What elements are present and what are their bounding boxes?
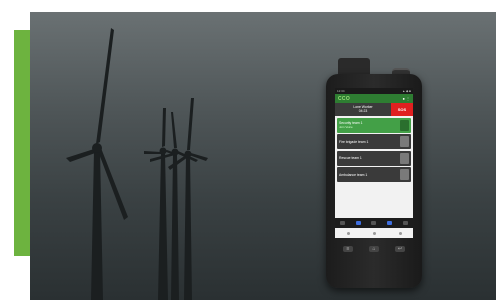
- accent-bar: [14, 30, 30, 256]
- hardware-keys: ≡ ⌂ ↩: [335, 242, 413, 256]
- turbine-hub: [171, 148, 179, 156]
- app-bar: CCO ● ⋮: [335, 94, 413, 103]
- recents-nav-icon: [398, 231, 402, 235]
- turbine-hub: [184, 150, 192, 158]
- sos-button: SOS: [391, 103, 413, 116]
- tab-icon: [402, 221, 408, 225]
- home-nav-icon: [372, 231, 376, 235]
- tab-icon: [340, 221, 346, 225]
- phone-screen: 12:34 ▲ ◆ ■ CCO ● ⋮ Lone Worker 04:23 SO…: [335, 88, 413, 238]
- android-nav-row: [335, 228, 413, 238]
- team-card: Fire brigade team 1: [337, 134, 411, 150]
- team-sub: Join Voice: [339, 125, 353, 130]
- app-bar-icons: ● ⋮: [402, 96, 410, 101]
- team-talk-button: [400, 136, 409, 148]
- tab-icon: [371, 221, 377, 225]
- back-nav-icon: [346, 231, 350, 235]
- turbine-tower: [184, 155, 192, 300]
- team-card: Security team 1 Join Voice: [337, 117, 411, 133]
- team-name: Ambulance team 1: [339, 172, 368, 177]
- app-logo: CCO: [338, 95, 351, 102]
- turbine-tower: [158, 152, 168, 300]
- status-right: ▲ ◆ ■: [402, 89, 411, 93]
- team-card: Ambulance team 1: [337, 167, 411, 183]
- turbine-blade: [168, 155, 188, 170]
- status-left: 12:34: [337, 89, 345, 93]
- turbine-blade: [162, 108, 166, 147]
- tab-row: [335, 218, 413, 228]
- tab-icon: [387, 221, 393, 225]
- team-talk-button: [400, 152, 409, 164]
- team-talk-button: [400, 169, 409, 181]
- turbine-hub: [159, 147, 167, 155]
- turbine-tower: [91, 150, 103, 300]
- back-key: ↩: [395, 246, 405, 252]
- tab-icon: [355, 221, 361, 225]
- turbine-blade: [171, 112, 177, 148]
- turbine-hub: [92, 143, 102, 153]
- team-card: Rescue team 1: [337, 150, 411, 166]
- rugged-phone: 12:34 ▲ ◆ ■ CCO ● ⋮ Lone Worker 04:23 SO…: [314, 54, 432, 290]
- team-name: Fire brigade team 1: [339, 139, 369, 144]
- turbine-blade: [98, 148, 128, 220]
- lone-worker-value: 04:23: [358, 109, 368, 114]
- menu-key: ≡: [343, 246, 353, 252]
- turbine-tower: [171, 154, 179, 300]
- worker-row: Lone Worker 04:23 SOS: [335, 103, 413, 116]
- turbine-blade: [96, 28, 114, 144]
- hero-image: 12:34 ▲ ◆ ■ CCO ● ⋮ Lone Worker 04:23 SO…: [30, 12, 496, 300]
- team-talk-button: [400, 119, 409, 131]
- turbine-blade: [187, 98, 194, 150]
- lone-worker-tile: Lone Worker 04:23: [335, 103, 391, 116]
- screen-bottom: [335, 218, 413, 238]
- team-name: Rescue team 1: [339, 156, 362, 161]
- home-key: ⌂: [369, 246, 379, 252]
